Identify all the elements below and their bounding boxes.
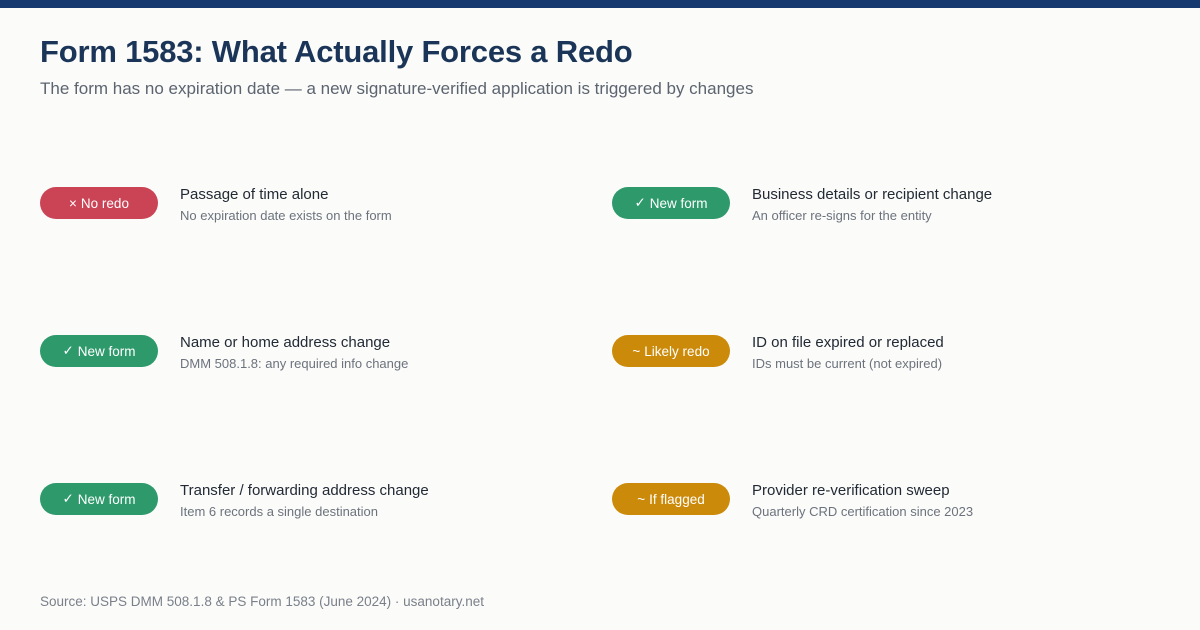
badge-label: New form <box>77 491 136 507</box>
source-footnote: Source: USPS DMM 508.1.8 & PS Form 1583 … <box>40 594 484 609</box>
item-title: Transfer / forwarding address change <box>180 482 429 499</box>
trigger-item: × No redo Passage of time alone No expir… <box>40 186 560 227</box>
trigger-item: ✓ New form Business details or recipient… <box>612 186 1132 227</box>
tilde-icon: ~ <box>632 343 641 359</box>
item-title: ID on file expired or replaced <box>752 334 944 351</box>
item-title: Name or home address change <box>180 334 391 351</box>
item-description: Quarterly CRD certification since 2023 <box>752 504 974 519</box>
trigger-item: ✓ New form Transfer / forwarding address… <box>40 482 560 523</box>
item-title: Business details or recipient change <box>752 186 993 203</box>
trigger-item: ~ Likely redo ID on file expired or repl… <box>612 334 1132 375</box>
check-mark-icon: ✓ <box>62 491 74 506</box>
item-description: No expiration date exists on the form <box>180 208 392 223</box>
item-title: Provider re-verification sweep <box>752 482 950 499</box>
item-description: An officer re-signs for the entity <box>752 208 932 223</box>
check-mark-icon: ✓ <box>634 195 646 210</box>
top-accent-bar <box>0 0 1200 8</box>
status-badge-new-form: ✓ New form <box>612 187 730 219</box>
tilde-icon: ~ <box>637 491 646 507</box>
badge-label: New form <box>649 195 708 211</box>
item-description: Item 6 records a single destination <box>180 504 378 519</box>
status-badge-new-form: ✓ New form <box>40 483 158 515</box>
item-description: IDs must be current (not expired) <box>752 356 943 371</box>
check-mark-icon: ✓ <box>62 343 74 358</box>
status-badge-no-redo: × No redo <box>40 187 158 219</box>
status-badge-if-flagged: ~ If flagged <box>612 483 730 515</box>
trigger-item: ✓ New form Name or home address change D… <box>40 334 560 375</box>
status-badge-likely-redo: ~ Likely redo <box>612 335 730 367</box>
trigger-item: ~ If flagged Provider re-verification sw… <box>612 482 1132 523</box>
page-subtitle: The form has no expiration date — a new … <box>40 79 754 98</box>
status-badge-new-form: ✓ New form <box>40 335 158 367</box>
page-title: Form 1583: What Actually Forces a Redo <box>40 34 633 69</box>
badge-label: New form <box>77 343 136 359</box>
x-mark-icon: × <box>69 195 77 211</box>
badge-label: If flagged <box>649 491 705 507</box>
badge-label: No redo <box>80 195 129 211</box>
infographic-page: Form 1583: What Actually Forces a Redo T… <box>0 0 1200 630</box>
badge-label: Likely redo <box>644 343 710 359</box>
item-description: DMM 508.1.8: any required info change <box>180 356 409 371</box>
item-title: Passage of time alone <box>180 186 329 203</box>
